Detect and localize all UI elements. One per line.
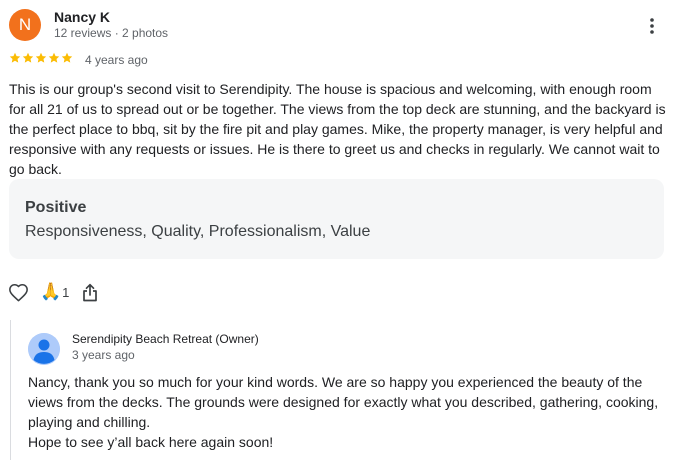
star-rating [9,52,73,64]
folded-hands-icon: 🙏 [40,282,62,301]
owner-name: Serendipity Beach Retreat (Owner) [72,332,259,346]
review-card: N Nancy K 12 reviews · 2 photos 4 years … [0,0,688,474]
author-name[interactable]: Nancy K [54,9,110,25]
review-attributes: Positive Responsiveness, Quality, Profes… [9,179,664,259]
star-icon [35,52,47,64]
attributes-values: Responsiveness, Quality, Professionalism… [25,223,371,240]
share-button[interactable] [82,281,104,303]
vertical-dots-icon [650,18,654,34]
owner-avatar [28,333,60,365]
reaction-count: 1 [62,284,70,300]
more-options-button[interactable] [638,12,666,40]
author-meta: 12 reviews · 2 photos [54,26,169,40]
heart-outline-icon [9,283,28,301]
default-profile-icon [28,333,60,365]
review-text: This is our group's second visit to Sere… [9,81,666,177]
like-button[interactable] [8,281,30,303]
attributes-title: Positive [25,199,87,216]
star-icon [48,52,60,64]
review-time: 4 years ago [85,53,148,67]
star-icon [9,52,21,64]
owner-reply: Serendipity Beach Retreat (Owner) 3 year… [10,320,670,460]
share-icon [83,283,98,301]
reply-paragraph: Nancy, thank you so much for your kind w… [28,374,659,430]
owner-reply-time: 3 years ago [72,348,135,362]
star-icon [61,52,73,64]
reaction-button[interactable]: 🙏 1 [40,282,69,302]
star-icon [22,52,34,64]
review-actions: 🙏 1 [8,280,104,304]
owner-reply-text: Nancy, thank you so much for your kind w… [28,372,668,452]
reply-paragraph: Hope to see y’all back here again soon! [28,434,274,450]
author-avatar[interactable]: N [9,9,41,41]
